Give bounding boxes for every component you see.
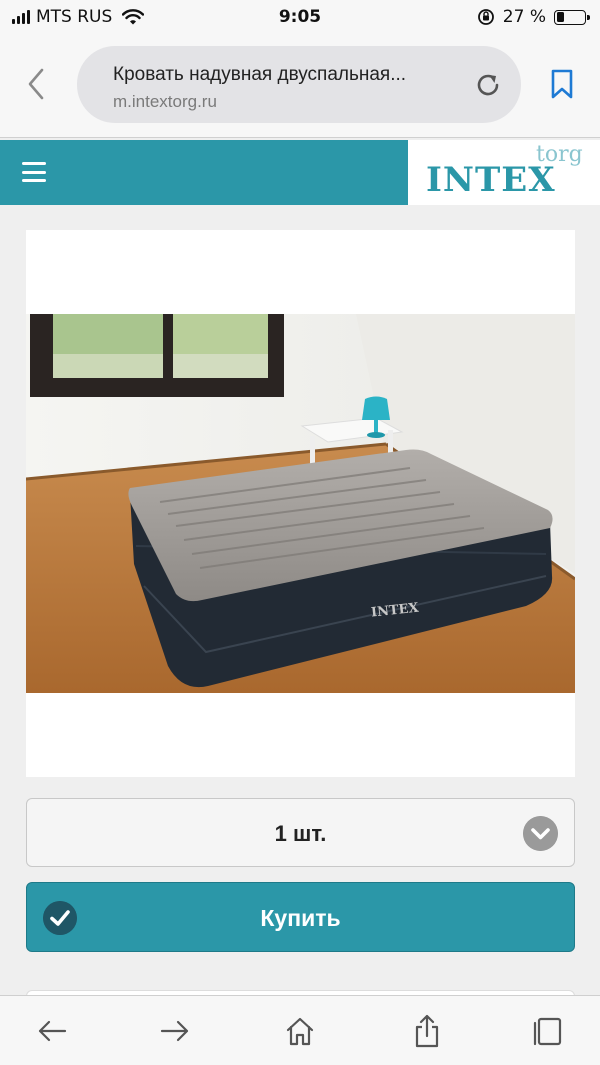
tabs-icon[interactable] bbox=[532, 1014, 566, 1048]
product-card: INTEX bbox=[26, 230, 575, 777]
forward-arrow-icon[interactable] bbox=[158, 1014, 192, 1048]
air-bed-photo: INTEX bbox=[26, 314, 575, 693]
status-bar: MTS RUS 9:05 27 % bbox=[0, 0, 600, 36]
url-field[interactable]: Кровать надувная двуспальная... m.intext… bbox=[77, 46, 521, 123]
battery-level bbox=[556, 12, 564, 22]
hamburger-menu-icon[interactable] bbox=[22, 162, 46, 182]
status-right: 27 % bbox=[477, 7, 590, 27]
browser-address-bar: Кровать надувная двуспальная... m.intext… bbox=[0, 36, 600, 138]
share-icon[interactable] bbox=[410, 1014, 444, 1048]
chevron-down-icon bbox=[523, 816, 558, 851]
logo-sub-text: torg bbox=[536, 142, 583, 167]
battery-icon bbox=[554, 9, 590, 25]
site-header: INTEX torg bbox=[0, 140, 600, 205]
browser-back-chevron-icon[interactable] bbox=[22, 64, 52, 104]
bookmark-icon[interactable] bbox=[548, 68, 576, 100]
site-logo[interactable]: INTEX torg bbox=[408, 140, 600, 205]
quantity-select[interactable]: 1 шт. bbox=[26, 798, 575, 867]
buy-button[interactable]: Купить bbox=[26, 882, 575, 952]
battery-percent: 27 % bbox=[502, 7, 546, 27]
orientation-lock-icon bbox=[477, 9, 494, 25]
home-icon[interactable] bbox=[283, 1014, 317, 1048]
quantity-value: 1 шт. bbox=[274, 821, 327, 846]
back-arrow-icon[interactable] bbox=[35, 1014, 69, 1048]
product-image[interactable]: INTEX bbox=[26, 314, 575, 693]
reload-icon[interactable] bbox=[473, 70, 503, 100]
page-title: Кровать надувная двуспальная... bbox=[113, 64, 407, 85]
browser-toolbar bbox=[0, 995, 600, 1065]
page-host: m.intextorg.ru bbox=[113, 92, 217, 111]
buy-button-label: Купить bbox=[260, 905, 341, 931]
